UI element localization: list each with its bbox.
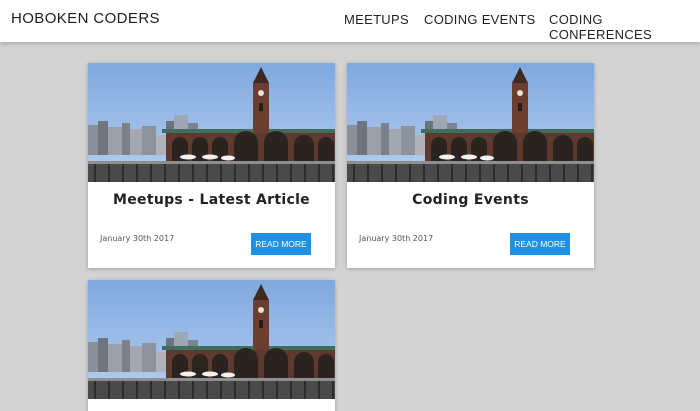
top-navbar: HOBOKEN CODERS MEETUPS CODING EVENTS COD… bbox=[0, 0, 700, 42]
nav-link-coding-events[interactable]: CODING EVENTS bbox=[424, 12, 536, 27]
article-card bbox=[88, 280, 335, 411]
article-card: Meetups - Latest Article January 30th 20… bbox=[88, 63, 335, 268]
card-image bbox=[88, 280, 335, 399]
card-date: January 30th 2017 bbox=[100, 234, 175, 243]
read-more-button[interactable]: READ MORE bbox=[251, 233, 311, 255]
card-image bbox=[347, 63, 594, 182]
card-title: Meetups - Latest Article bbox=[113, 192, 310, 208]
card-image bbox=[88, 63, 335, 182]
nav-link-coding-conferences[interactable]: CODING CONFERENCES bbox=[549, 12, 700, 42]
site-brand[interactable]: HOBOKEN CODERS bbox=[11, 10, 160, 27]
read-more-button[interactable]: READ MORE bbox=[510, 233, 570, 255]
card-date: January 30th 2017 bbox=[359, 234, 434, 243]
nav-link-meetups[interactable]: MEETUPS bbox=[344, 12, 409, 27]
article-card: Coding Events January 30th 2017 READ MOR… bbox=[347, 63, 594, 268]
card-title: Coding Events bbox=[412, 192, 529, 208]
